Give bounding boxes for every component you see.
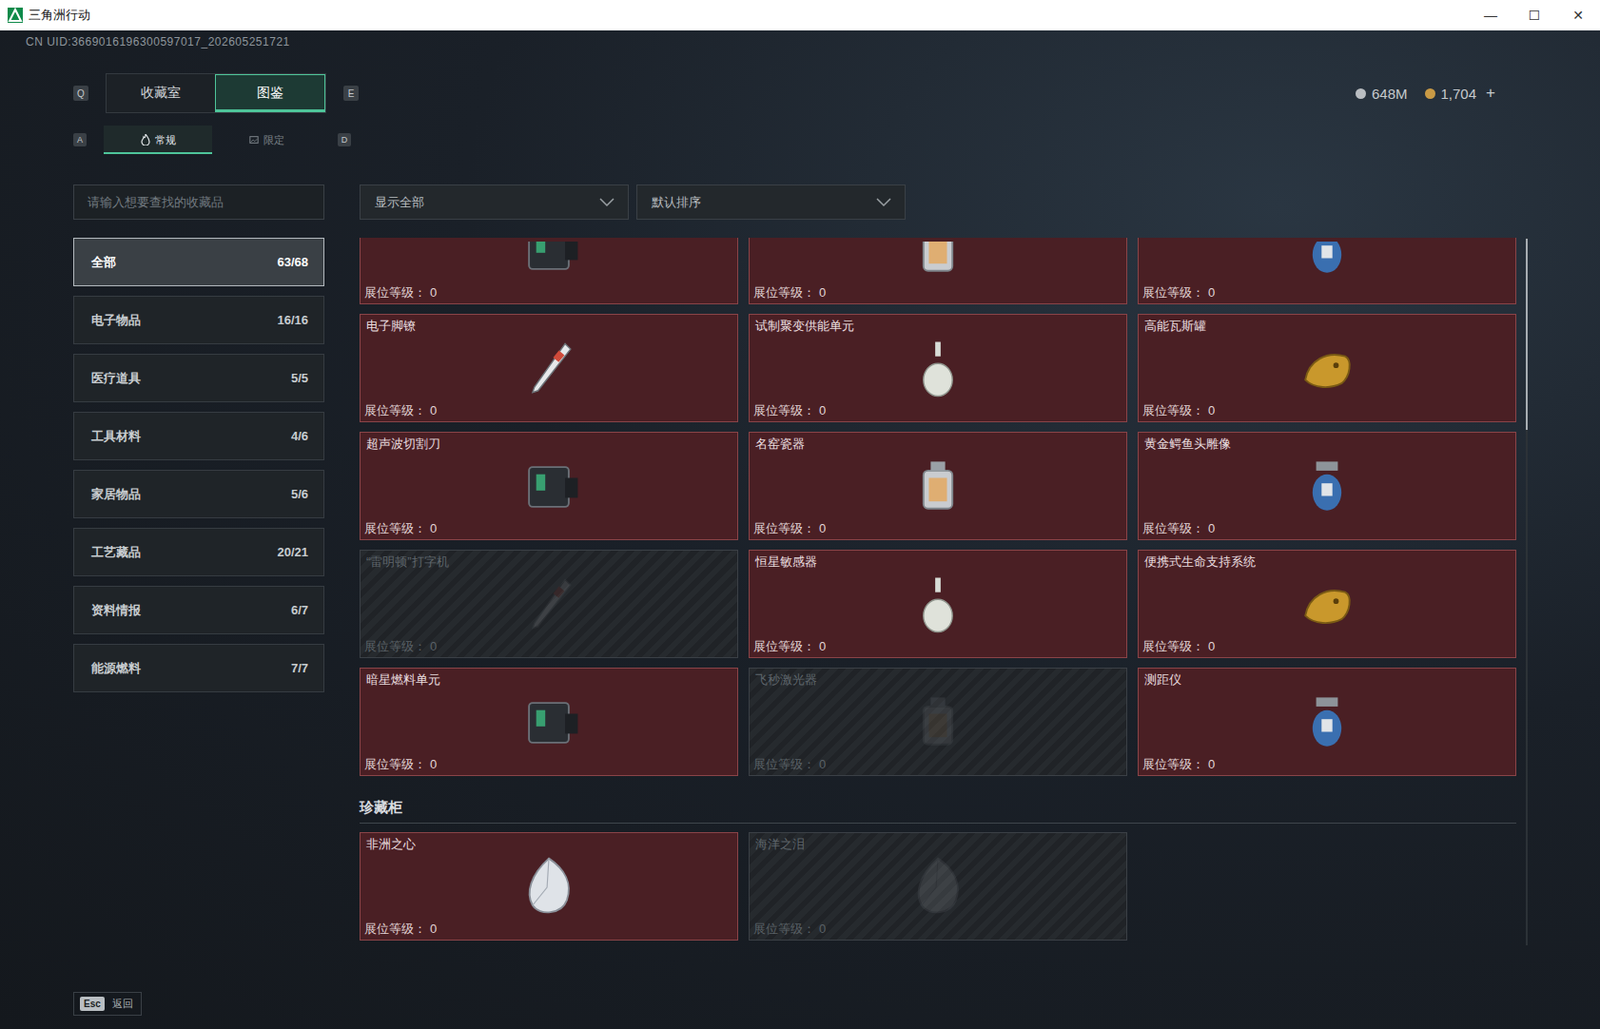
item-icon bbox=[1290, 450, 1364, 524]
item-icon bbox=[512, 241, 586, 286]
item-icon bbox=[901, 332, 975, 406]
collectible-card[interactable]: 海洋之泪展位等级：0 bbox=[748, 832, 1128, 941]
collectible-card[interactable]: 暗星燃料单元展位等级：0 bbox=[359, 667, 739, 777]
collectible-card[interactable]: 恒星敏感器展位等级：0 bbox=[748, 549, 1128, 659]
item-icon bbox=[901, 241, 975, 286]
category-item[interactable]: 全部63/68 bbox=[73, 237, 325, 287]
collectible-card[interactable]: 飞秒激光器展位等级：0 bbox=[748, 667, 1128, 777]
grade-label: 展位等级：0 bbox=[1138, 521, 1516, 540]
add-currency-button[interactable]: + bbox=[1485, 83, 1496, 103]
grade-label: 展位等级：0 bbox=[360, 521, 738, 540]
collectible-card[interactable]: 展位等级：0 bbox=[748, 237, 1128, 305]
key-hint: Q bbox=[73, 85, 89, 101]
gem-icon bbox=[512, 851, 586, 924]
item-icon bbox=[1290, 332, 1364, 406]
collectible-card[interactable]: 试制聚变供能单元展位等级：0 bbox=[748, 313, 1128, 423]
currency-bar: 648M 1,704 + bbox=[1355, 83, 1496, 103]
category-list: 全部63/68 电子物品16/16 医疗道具5/5 工具材料4/6 家居物品5/6 工艺藏… bbox=[73, 237, 325, 693]
collectible-card[interactable]: “雷明顿”打字机展位等级：0 bbox=[359, 549, 739, 659]
item-icon bbox=[1290, 568, 1364, 642]
collectible-card[interactable]: 展位等级：0 bbox=[1137, 237, 1517, 305]
currency: 648M bbox=[1355, 85, 1408, 102]
grade-label: 展位等级：0 bbox=[360, 639, 738, 658]
grade-label: 展位等级：0 bbox=[360, 403, 738, 422]
category-item[interactable]: 工艺藏品20/21 bbox=[73, 527, 325, 577]
scrollbar[interactable] bbox=[1525, 237, 1528, 946]
search-field[interactable]: 请输入想要查找的收藏品 bbox=[73, 184, 325, 220]
coin-icon bbox=[1355, 88, 1366, 99]
flame-icon bbox=[140, 134, 151, 146]
filter-dropdown[interactable]: 默认排序 bbox=[636, 184, 906, 220]
uid-label: CN UID:3669016196300597017_202605251721 bbox=[0, 30, 1600, 57]
coin-icon bbox=[1424, 88, 1436, 99]
category-item[interactable]: 电子物品16/16 bbox=[73, 295, 325, 345]
key-hint: E bbox=[343, 85, 359, 101]
title-bar: 三角洲行动 —☐✕ bbox=[0, 0, 1600, 31]
item-icon bbox=[901, 450, 975, 524]
grade-label: 展位等级：0 bbox=[360, 285, 738, 304]
collectible-card[interactable]: 非洲之心展位等级：0 bbox=[359, 832, 739, 941]
window-control[interactable]: ✕ bbox=[1556, 7, 1600, 23]
game-window: 三角洲行动 —☐✕ CN UID:3669016196300597017_20260… bbox=[0, 0, 1600, 1029]
grade-label: 展位等级：0 bbox=[749, 285, 1127, 304]
category-item[interactable]: 工具材料4/6 bbox=[73, 411, 325, 461]
category-item[interactable]: 家居物品5/6 bbox=[73, 469, 325, 519]
item-icon bbox=[901, 568, 975, 642]
item-icon bbox=[1290, 686, 1364, 760]
category-item[interactable]: 资料情报6/7 bbox=[73, 585, 325, 635]
grade-label: 展位等级：0 bbox=[1138, 757, 1516, 776]
key-hint: D bbox=[337, 133, 352, 147]
image-icon bbox=[249, 134, 259, 146]
item-icon bbox=[901, 686, 975, 760]
collectible-card[interactable]: 名窑瓷器展位等级：0 bbox=[748, 431, 1128, 541]
back-button[interactable]: Esc返回 bbox=[73, 992, 142, 1016]
filter-dropdown[interactable]: 显示全部 bbox=[359, 184, 629, 220]
collection-list: 展位等级：0展位等级：0展位等级：0电子脚镣展位等级：0试制聚变供能单元展位等级… bbox=[359, 237, 1517, 946]
category-item[interactable]: 能源燃料7/7 bbox=[73, 643, 325, 693]
key-hint: A bbox=[73, 133, 87, 147]
chevron-down-icon bbox=[599, 197, 615, 208]
grade-label: 展位等级：0 bbox=[749, 403, 1127, 422]
collectible-card[interactable]: 超声波切割刀展位等级：0 bbox=[359, 431, 739, 541]
subtab[interactable]: 限定 bbox=[212, 125, 321, 155]
tab[interactable]: 图鉴 bbox=[214, 74, 326, 113]
grade-label: 展位等级：0 bbox=[360, 921, 738, 940]
gem-icon bbox=[901, 851, 975, 924]
grade-label: 展位等级：0 bbox=[749, 921, 1127, 940]
grade-label: 展位等级：0 bbox=[749, 521, 1127, 540]
collectible-card[interactable]: 展位等级：0 bbox=[359, 237, 739, 305]
logo-icon bbox=[7, 7, 23, 23]
tab-bar: 收藏室图鉴 bbox=[105, 73, 327, 114]
grade-label: 展位等级：0 bbox=[1138, 639, 1516, 658]
item-icon bbox=[512, 332, 586, 406]
item-icon bbox=[512, 450, 586, 524]
currency: 1,704 bbox=[1424, 85, 1478, 102]
collectible-card[interactable]: 电子脚镣展位等级：0 bbox=[359, 313, 739, 423]
collectible-card[interactable]: 便携式生命支持系统展位等级：0 bbox=[1137, 549, 1517, 659]
grade-label: 展位等级：0 bbox=[360, 757, 738, 776]
grade-label: 展位等级：0 bbox=[1138, 285, 1516, 304]
subtab[interactable]: 常规 bbox=[103, 125, 213, 155]
section-header: 珍藏柜 bbox=[359, 799, 1517, 824]
collectible-card[interactable]: 测距仪展位等级：0 bbox=[1137, 667, 1517, 777]
grade-label: 展位等级：0 bbox=[749, 639, 1127, 658]
window-title: 三角洲行动 bbox=[28, 6, 91, 24]
item-icon bbox=[512, 568, 586, 642]
grade-label: 展位等级：0 bbox=[1138, 403, 1516, 422]
subtab-bar: 常规限定 bbox=[103, 125, 321, 155]
tab[interactable]: 收藏室 bbox=[106, 74, 215, 113]
scrollbar-thumb[interactable] bbox=[1525, 238, 1528, 430]
window-control[interactable]: ☐ bbox=[1512, 7, 1557, 23]
window-control[interactable]: — bbox=[1468, 7, 1513, 23]
grade-label: 展位等级：0 bbox=[749, 757, 1127, 776]
category-item[interactable]: 医疗道具5/5 bbox=[73, 353, 325, 403]
item-icon bbox=[512, 686, 586, 760]
chevron-down-icon bbox=[876, 197, 892, 208]
item-icon bbox=[1290, 241, 1364, 286]
collectible-card[interactable]: 黄金鳄鱼头雕像展位等级：0 bbox=[1137, 431, 1517, 541]
collectible-card[interactable]: 高能瓦斯罐展位等级：0 bbox=[1137, 313, 1517, 423]
